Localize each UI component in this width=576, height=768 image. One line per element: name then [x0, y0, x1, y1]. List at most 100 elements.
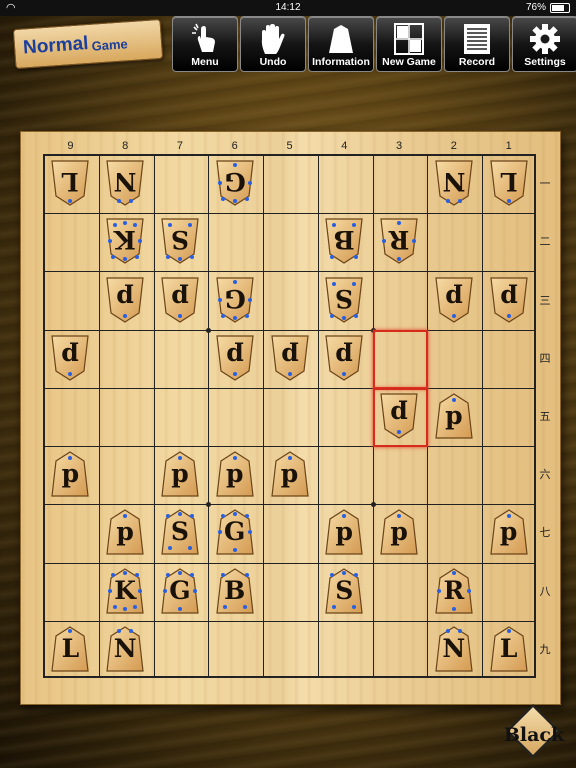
- tap-finger-icon: [185, 22, 225, 56]
- piece-gote-n[interactable]: N: [434, 159, 474, 207]
- move-dot: [354, 572, 359, 577]
- piece-gote-g[interactable]: G: [215, 159, 255, 207]
- piece-gote-r[interactable]: R: [379, 217, 419, 265]
- piece-letter: p: [116, 517, 134, 547]
- piece-letter: S: [170, 517, 189, 547]
- grid-line-horizontal: [45, 620, 534, 622]
- gear-icon: [525, 22, 565, 56]
- piece-gote-g[interactable]: G: [215, 276, 255, 324]
- piece-letter: p: [335, 341, 354, 371]
- grid-line-horizontal: [45, 504, 534, 506]
- move-dot: [220, 197, 225, 202]
- piece-gote-p[interactable]: p: [270, 334, 310, 382]
- piece-letter: p: [225, 459, 244, 489]
- piece-gote-p[interactable]: p: [489, 276, 529, 324]
- piece-gote-s[interactable]: S: [160, 217, 200, 265]
- move-dot: [330, 313, 335, 318]
- move-dot: [506, 199, 511, 204]
- piece-sente-n[interactable]: N: [434, 625, 474, 673]
- shogi-board[interactable]: 987654321一二三四五六七八九LNGNLKSBRppGSppppppppp…: [20, 131, 561, 705]
- move-dot: [244, 572, 249, 577]
- piece-sente-p[interactable]: p: [489, 508, 529, 556]
- piece-gote-p[interactable]: p: [434, 276, 474, 324]
- rank-label: 四: [539, 351, 551, 365]
- game-mode-main: Normal: [22, 32, 90, 59]
- new-game-label: New Game: [382, 56, 436, 68]
- piece-sente-p[interactable]: p: [50, 450, 90, 498]
- list-icon: [457, 22, 497, 56]
- last-move-highlight: [372, 329, 429, 389]
- piece-gote-b[interactable]: B: [324, 217, 364, 265]
- piece-letter: N: [442, 633, 466, 663]
- move-dot: [165, 572, 170, 577]
- move-dot: [108, 588, 113, 593]
- piece-sente-g[interactable]: G: [215, 508, 255, 556]
- move-dot: [506, 628, 511, 633]
- rank-label: 六: [539, 468, 551, 482]
- new-game-button[interactable]: New Game: [376, 16, 442, 72]
- piece-sente-p[interactable]: p: [434, 392, 474, 440]
- piece-letter: L: [499, 167, 518, 197]
- move-dot: [451, 606, 456, 611]
- move-dot: [354, 313, 359, 318]
- move-dot: [138, 588, 143, 593]
- piece-gote-p[interactable]: p: [105, 276, 145, 324]
- move-dot: [129, 628, 134, 633]
- file-label: 4: [341, 140, 348, 152]
- piece-gote-p[interactable]: p: [50, 334, 90, 382]
- piece-letter: p: [499, 283, 518, 313]
- piece-sente-l[interactable]: L: [489, 625, 529, 673]
- piece-sente-l[interactable]: L: [50, 625, 90, 673]
- piece-gote-s[interactable]: S: [324, 276, 364, 324]
- piece-sente-r[interactable]: R: [434, 567, 474, 615]
- piece-sente-p[interactable]: p: [105, 508, 145, 556]
- piece-sente-k[interactable]: K: [105, 567, 145, 615]
- piece-letter: p: [171, 283, 189, 313]
- board-icon: [389, 22, 429, 56]
- piece-letter: B: [333, 225, 355, 255]
- record-label: Record: [458, 56, 496, 68]
- piece-sente-s[interactable]: S: [324, 567, 364, 615]
- piece-sente-s[interactable]: S: [160, 508, 200, 556]
- move-dot: [113, 604, 118, 609]
- record-button[interactable]: Record: [444, 16, 510, 72]
- move-dot: [330, 572, 335, 577]
- grid-line-horizontal: [45, 271, 534, 273]
- file-label: 1: [505, 140, 512, 152]
- piece-gote-p[interactable]: p: [160, 276, 200, 324]
- piece-letter: S: [335, 283, 354, 313]
- move-dot: [177, 570, 182, 575]
- piece-gote-p[interactable]: p: [215, 334, 255, 382]
- move-dot: [352, 604, 357, 609]
- piece-sente-p[interactable]: p: [215, 450, 255, 498]
- piece-letter: L: [61, 633, 80, 663]
- information-button[interactable]: Information: [308, 16, 374, 72]
- undo-button[interactable]: Undo: [240, 16, 306, 72]
- move-dot: [247, 181, 252, 186]
- piece-sente-p[interactable]: p: [324, 508, 364, 556]
- piece-gote-l[interactable]: L: [50, 159, 90, 207]
- piece-sente-p[interactable]: p: [160, 450, 200, 498]
- piece-letter: p: [116, 283, 134, 313]
- star-point: [206, 502, 212, 508]
- move-dot: [189, 572, 194, 577]
- move-dot: [445, 628, 450, 633]
- piece-sente-n[interactable]: N: [105, 625, 145, 673]
- piece-letter: L: [61, 167, 80, 197]
- piece-sente-g[interactable]: G: [160, 567, 200, 615]
- piece-letter: p: [225, 341, 244, 371]
- piece-gote-p[interactable]: p: [379, 392, 419, 440]
- grid-line-vertical: [98, 156, 100, 676]
- piece-sente-p[interactable]: p: [270, 450, 310, 498]
- piece-gote-n[interactable]: N: [105, 159, 145, 207]
- piece-gote-p[interactable]: p: [324, 334, 364, 382]
- piece-gote-k[interactable]: K: [105, 217, 145, 265]
- move-dot: [342, 570, 347, 575]
- piece-sente-p[interactable]: p: [379, 508, 419, 556]
- rank-label: 五: [539, 409, 551, 423]
- settings-button[interactable]: Settings: [512, 16, 576, 72]
- piece-gote-l[interactable]: L: [489, 159, 529, 207]
- menu-button[interactable]: Menu: [172, 16, 238, 72]
- piece-sente-b[interactable]: B: [215, 567, 255, 615]
- piece-letter: p: [171, 459, 189, 489]
